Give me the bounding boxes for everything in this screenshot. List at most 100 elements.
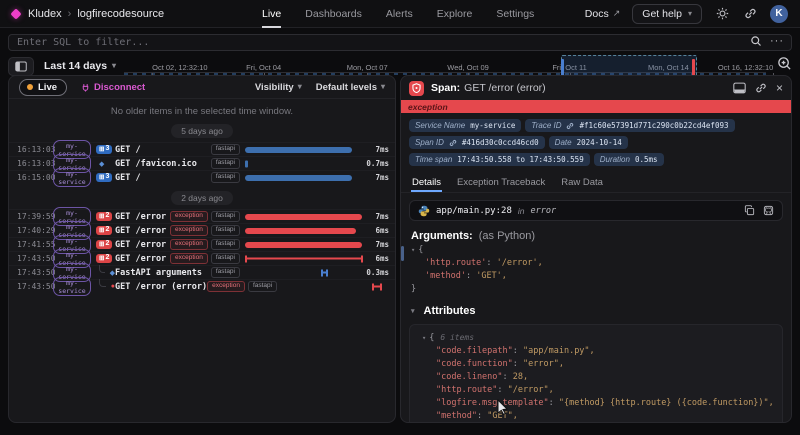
live-status-dot-icon: [27, 84, 33, 90]
plug-icon: [81, 83, 90, 92]
log-row-child[interactable]: 17:43:50 my-service ● GET /error (error)…: [9, 279, 395, 293]
service-tag: my-service: [53, 168, 91, 187]
main-nav: Live Dashboards Alerts Explore Settings: [262, 0, 534, 28]
collapse-caret-icon[interactable]: ▾: [411, 246, 415, 254]
breadcrumb-org[interactable]: Kludex: [28, 8, 62, 20]
search-icon[interactable]: [750, 35, 762, 47]
log-message: GET /error: [115, 226, 166, 236]
frame-in-word: in: [518, 206, 525, 216]
timestamp: 17:41:55: [17, 240, 53, 249]
code-frame-row[interactable]: app/main.py:28 in error: [409, 200, 783, 221]
breadcrumb-project[interactable]: logfirecodesource: [77, 8, 164, 20]
fastapi-tag: fastapi: [211, 144, 240, 155]
tab-explore[interactable]: Explore: [437, 0, 473, 28]
disconnect-button[interactable]: Disconnect: [81, 82, 145, 93]
get-help-button[interactable]: Get help ▾: [632, 4, 702, 24]
timestamp: 16:13:03: [17, 145, 53, 154]
visibility-dropdown[interactable]: Visibility ▾: [255, 82, 302, 93]
exception-tag: exception: [170, 211, 208, 222]
panel-scrollbar-thumb[interactable]: [401, 246, 404, 261]
frame-function-name: error: [530, 206, 556, 216]
sun-icon: [716, 7, 729, 20]
sql-filter-input[interactable]: [8, 34, 792, 51]
user-avatar[interactable]: K: [770, 5, 788, 23]
group-label-5-days-ago: 5 days ago: [171, 124, 233, 138]
collapse-caret-icon: ▾: [411, 307, 415, 315]
span-count-badge[interactable]: ⊞2: [96, 212, 112, 221]
python-icon: [418, 205, 430, 217]
activity-spike-red: [692, 59, 695, 76]
no-older-items-message: No older items in the selected time wind…: [9, 106, 395, 117]
chevron-down-icon: ▾: [381, 83, 385, 91]
time-range-dropdown[interactable]: Last 14 days ▾: [44, 60, 116, 72]
duration-track: [245, 252, 363, 265]
expand-icon: ⊞: [99, 174, 104, 182]
duration-label: 7ms: [363, 212, 389, 221]
duration-track: [245, 224, 363, 237]
live-toggle-button[interactable]: Live: [19, 79, 67, 96]
tree-connector: [99, 265, 105, 273]
tab-dashboards[interactable]: Dashboards: [305, 0, 362, 28]
attr-value: "{method} {http.route} ({code.function})…: [559, 398, 774, 408]
link-icon: [449, 139, 457, 147]
share-link-button[interactable]: [742, 6, 758, 22]
copy-icon[interactable]: [744, 205, 755, 216]
span-detail-header: Span:GET /error (error) ×: [401, 76, 791, 100]
tick-label: Mon, Oct 07: [347, 63, 388, 72]
span-count-badge[interactable]: ⊞2: [96, 226, 112, 235]
fastapi-tag: fastapi: [211, 211, 240, 222]
panel-layout-icon: [15, 61, 27, 72]
log-message: FastAPI arguments: [115, 268, 202, 278]
span-title: Span:GET /error (error): [431, 82, 546, 94]
tab-raw-data[interactable]: Raw Data: [560, 173, 604, 192]
span-count-badge[interactable]: ⊞3: [96, 173, 112, 182]
log-row[interactable]: 16:15:00 my-service ⊞3 GET / fastapi 7ms: [9, 170, 395, 184]
attr-value: "error",: [523, 359, 564, 369]
duration-bar: [245, 228, 356, 234]
duration-label: 7ms: [363, 145, 389, 154]
attr-value: 28,: [513, 372, 528, 382]
exception-tag: exception: [207, 281, 245, 292]
meta-span-id[interactable]: Span ID#416d30c0ccd46cd0: [409, 136, 545, 149]
tab-exception-traceback[interactable]: Exception Traceback: [456, 173, 546, 192]
log-message: GET /: [115, 145, 141, 155]
meta-date: Date2024-10-14: [549, 136, 628, 149]
duration-track: [245, 238, 363, 251]
attr-key: "method": [436, 411, 477, 421]
exception-tag: exception: [170, 239, 208, 250]
span-count-badge[interactable]: ⊞2: [96, 254, 112, 263]
theme-toggle-button[interactable]: [714, 6, 730, 22]
span-diamond-icon: ◆: [99, 160, 104, 168]
span-metadata: Service Namemy-service Trace ID#f1c60e57…: [401, 113, 791, 170]
tab-alerts[interactable]: Alerts: [386, 0, 413, 28]
link-icon: [566, 122, 574, 130]
docs-link[interactable]: Docs ↗: [585, 8, 620, 20]
copy-link-icon[interactable]: [755, 82, 767, 94]
tab-details[interactable]: Details: [411, 173, 442, 192]
arguments-heading: Arguments: (as Python): [401, 221, 791, 244]
tab-live[interactable]: Live: [262, 0, 281, 28]
duration-label: 6ms: [363, 254, 389, 263]
fastapi-tag: fastapi: [211, 239, 240, 250]
levels-dropdown[interactable]: Default levels ▾: [316, 82, 385, 93]
expand-icon: ⊞: [99, 227, 104, 235]
zoom-in-button[interactable]: [777, 56, 792, 76]
tick-label: Wed, Oct 09: [447, 63, 489, 72]
frame-file-path: app/main.py:28: [436, 206, 512, 216]
dock-panel-icon[interactable]: [733, 82, 746, 94]
meta-trace-id[interactable]: Trace ID#f1c60e57391d771c290c0b22cd4ef09…: [525, 119, 734, 132]
close-icon[interactable]: ×: [776, 82, 783, 94]
sidebar-toggle-button[interactable]: [8, 57, 34, 76]
tab-settings[interactable]: Settings: [496, 0, 534, 28]
timestamp: 17:43:50: [17, 268, 53, 277]
attributes-heading[interactable]: ▾ Attributes: [401, 296, 791, 319]
collapse-caret-icon[interactable]: ▾: [422, 334, 426, 342]
github-icon[interactable]: [763, 205, 774, 216]
span-count-badge[interactable]: ⊞2: [96, 240, 112, 249]
mouse-cursor: [497, 399, 509, 415]
error-shield-icon: [409, 81, 424, 96]
duration-track: [282, 280, 396, 293]
span-count-badge[interactable]: ⊞3: [96, 145, 112, 154]
timestamp: 17:39:59: [17, 212, 53, 221]
timeline-selection[interactable]: [561, 55, 697, 77]
